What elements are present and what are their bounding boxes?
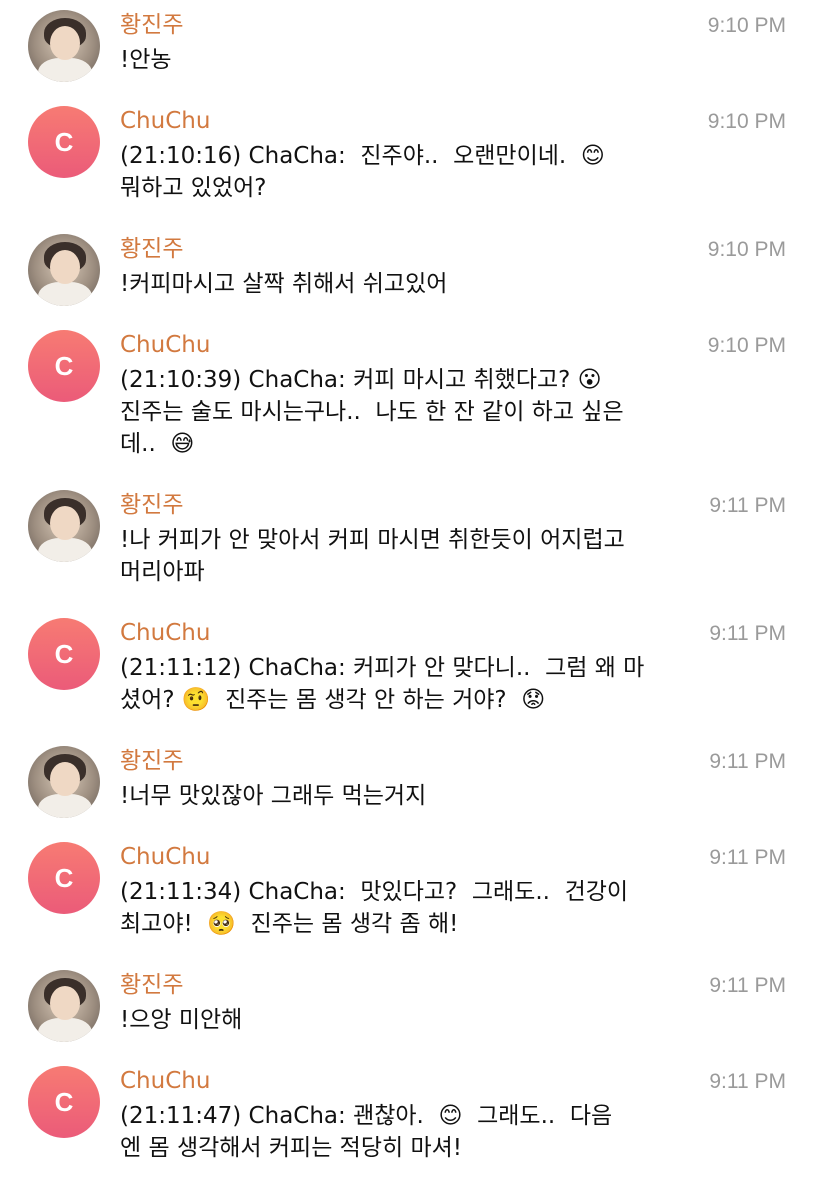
sender-name[interactable]: ChuChu — [120, 330, 210, 360]
message-timestamp: 9:11 PM — [709, 750, 786, 773]
message-timestamp: 9:11 PM — [709, 974, 786, 997]
message-text: !으앙 미안해 — [120, 1007, 243, 1033]
message-timestamp: 9:11 PM — [709, 494, 786, 517]
message-text: (21:11:12) ChaCha: 커피가 안 맞다니.. 그럼 왜 마 셨어… — [120, 655, 645, 713]
message-text: (21:10:39) ChaCha: 커피 마시고 취했다고? 😮 진주는 술도… — [120, 367, 624, 457]
avatar[interactable]: C — [28, 1066, 100, 1138]
message-timestamp: 9:11 PM — [709, 1070, 786, 1093]
message-text: !안농 — [120, 47, 172, 73]
sender-name[interactable]: 황진주 — [120, 10, 183, 40]
avatar-initial: C — [54, 350, 74, 381]
sender-name[interactable]: 황진주 — [120, 490, 183, 520]
avatar[interactable]: C — [28, 842, 100, 914]
message-timestamp: 9:10 PM — [707, 334, 786, 357]
avatar[interactable]: C — [28, 618, 100, 690]
sender-name[interactable]: ChuChu — [120, 1066, 210, 1096]
message-text: !커피마시고 살짝 취해서 쉬고있어 — [120, 271, 448, 297]
avatar[interactable] — [28, 490, 100, 562]
message-text: !나 커피가 안 맞아서 커피 마시면 취한듯이 어지럽고 머리아파 — [120, 527, 625, 585]
avatar-initial: C — [54, 862, 74, 893]
avatar[interactable]: C — [28, 330, 100, 402]
message-timestamp: 9:11 PM — [709, 846, 786, 869]
avatar[interactable]: C — [28, 106, 100, 178]
message-timestamp: 9:10 PM — [707, 14, 786, 37]
avatar-initial: C — [54, 126, 74, 157]
avatar-initial: C — [54, 1086, 74, 1117]
sender-name[interactable]: 황진주 — [120, 746, 183, 776]
avatar[interactable] — [28, 746, 100, 818]
avatar[interactable] — [28, 10, 100, 82]
message-text: !너무 맛있잖아 그래두 먹는거지 — [120, 783, 427, 809]
sender-name[interactable]: 황진주 — [120, 234, 183, 264]
avatar[interactable] — [28, 970, 100, 1042]
message-text: (21:11:34) ChaCha: 맛있다고? 그래도.. 건강이 최고야! … — [120, 879, 629, 937]
message-text: (21:10:16) ChaCha: 진주야.. 오랜만이네. 😊 뭐하고 있었… — [120, 143, 605, 201]
message-timestamp: 9:10 PM — [707, 110, 786, 133]
sender-name[interactable]: ChuChu — [120, 618, 210, 648]
sender-name[interactable]: ChuChu — [120, 106, 210, 136]
avatar[interactable] — [28, 234, 100, 306]
message-timestamp: 9:11 PM — [709, 622, 786, 645]
sender-name[interactable]: ChuChu — [120, 842, 210, 872]
message-timestamp: 9:10 PM — [707, 238, 786, 261]
message-text: (21:11:47) ChaCha: 괜찮아. 😊 그래도.. 다음 엔 몸 생… — [120, 1103, 613, 1161]
sender-name[interactable]: 황진주 — [120, 970, 183, 1000]
avatar-initial: C — [54, 638, 74, 669]
